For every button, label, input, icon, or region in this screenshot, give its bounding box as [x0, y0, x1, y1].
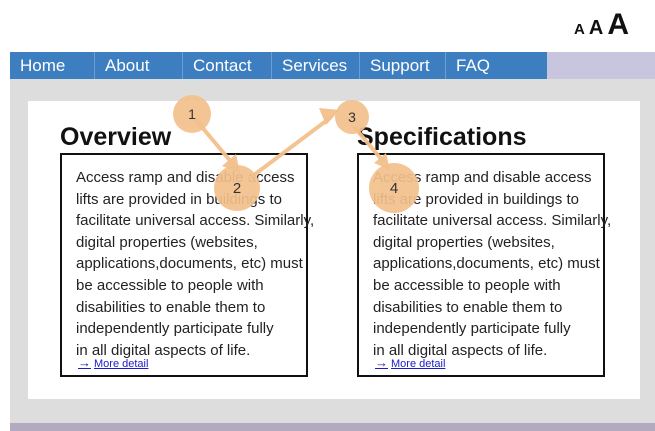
footer-bar: [10, 423, 655, 431]
nav-menu: Home About Contact Services Support FAQ: [10, 52, 547, 79]
overview-title: Overview: [60, 123, 172, 151]
overview-body: Access ramp and disable access lifts are…: [76, 169, 315, 359]
specifications-link-label: More detail: [391, 358, 446, 370]
nav-item-support[interactable]: Support: [360, 52, 446, 79]
focus-step-badge: 1: [173, 95, 211, 133]
font-size-medium-button[interactable]: A: [589, 17, 603, 40]
overview-link-label: More detail: [94, 358, 149, 370]
main-content: Overview Access ramp and disable access …: [28, 101, 640, 399]
nav-item-contact[interactable]: Contact: [183, 52, 272, 79]
nav-item-faq[interactable]: FAQ: [446, 52, 547, 79]
font-size-small-button[interactable]: A: [574, 21, 585, 38]
nav-item-about[interactable]: About: [95, 52, 183, 79]
page-area: Overview Access ramp and disable access …: [10, 79, 655, 431]
overview-more-detail-link[interactable]: → More detail: [78, 355, 148, 370]
arrow-right-icon: →: [78, 355, 91, 370]
focus-step-badge: 4: [369, 163, 419, 213]
main-navbar: Home About Contact Services Support FAQ: [10, 52, 655, 79]
focus-step-badge: 2: [214, 165, 260, 211]
nav-item-services[interactable]: Services: [272, 52, 360, 79]
nav-item-home[interactable]: Home: [10, 52, 95, 79]
overview-card: Access ramp and disable access lifts are…: [60, 153, 315, 377]
specifications-title: Specifications: [357, 123, 527, 151]
arrow-right-icon: →: [375, 355, 388, 370]
font-size-controls: A A A: [574, 8, 629, 42]
font-size-large-button[interactable]: A: [607, 8, 629, 42]
focus-step-badge: 3: [335, 100, 369, 134]
specifications-more-detail-link[interactable]: → More detail: [375, 355, 445, 370]
